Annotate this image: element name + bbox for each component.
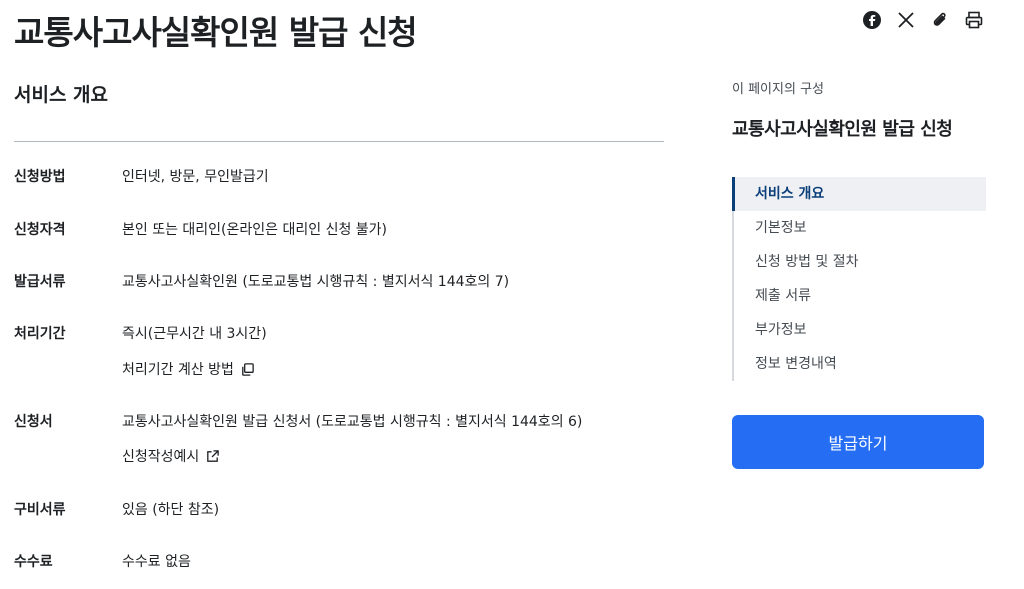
toc-item-submission-documents[interactable]: 제출 서류 bbox=[734, 279, 986, 313]
info-label: 신청방법 bbox=[14, 169, 66, 185]
application-example-link[interactable]: 신청작성예시 bbox=[122, 446, 220, 466]
facebook-icon[interactable] bbox=[862, 10, 882, 30]
toc-item-application-procedure[interactable]: 신청 방법 및 절차 bbox=[734, 245, 986, 279]
processing-time-calc-label: 처리기간 계산 방법 bbox=[122, 362, 234, 378]
copy-icon bbox=[242, 362, 254, 376]
info-value: 교통사고사실확인원 (도로교통법 시행규칙 : 별지서식 144호의 7) bbox=[122, 274, 510, 290]
toc-item-service-overview[interactable]: 서비스 개요 bbox=[732, 177, 986, 211]
info-label: 신청자격 bbox=[14, 222, 66, 238]
section-title: 서비스 개요 bbox=[14, 84, 109, 106]
external-link-icon bbox=[207, 449, 220, 462]
info-label: 처리기간 bbox=[14, 326, 66, 342]
application-example-label: 신청작성예시 bbox=[122, 449, 200, 465]
info-value: 즉시(근무시간 내 3시간) bbox=[122, 326, 267, 342]
paperclip-icon[interactable] bbox=[930, 10, 950, 30]
section-divider bbox=[14, 141, 664, 142]
x-icon[interactable] bbox=[896, 10, 916, 30]
processing-time-calc-link[interactable]: 처리기간 계산 방법 bbox=[122, 359, 255, 379]
toc-item-basic-info[interactable]: 기본정보 bbox=[734, 211, 986, 245]
issue-button[interactable]: 발급하기 bbox=[732, 415, 984, 469]
info-value: 인터넷, 방문, 무인발급기 bbox=[122, 169, 269, 185]
info-label: 구비서류 bbox=[14, 502, 66, 518]
info-label: 수수료 bbox=[14, 554, 53, 570]
toc-caption: 이 페이지의 구성 bbox=[732, 82, 824, 97]
toc-item-additional-info[interactable]: 부가정보 bbox=[734, 313, 986, 347]
info-value: 본인 또는 대리인(온라인은 대리인 신청 불가) bbox=[122, 222, 388, 238]
info-value: 수수료 없음 bbox=[122, 554, 191, 570]
toc-title: 교통사고사실확인원 발급 신청 bbox=[732, 119, 953, 140]
info-label: 발급서류 bbox=[14, 274, 66, 290]
toc-item-change-history[interactable]: 정보 변경내역 bbox=[734, 347, 986, 381]
print-icon[interactable] bbox=[964, 10, 984, 30]
info-value: 있음 (하단 참조) bbox=[122, 502, 220, 518]
toc-nav: 서비스 개요 기본정보 신청 방법 및 절차 제출 서류 부가정보 정보 변경내… bbox=[732, 177, 986, 381]
info-value: 교통사고사실확인원 발급 신청서 (도로교통법 시행규칙 : 별지서식 144호… bbox=[122, 414, 583, 430]
share-toolbar bbox=[862, 10, 984, 30]
info-label: 신청서 bbox=[14, 414, 53, 430]
page-title: 교통사고사실확인원 발급 신청 bbox=[14, 13, 418, 52]
